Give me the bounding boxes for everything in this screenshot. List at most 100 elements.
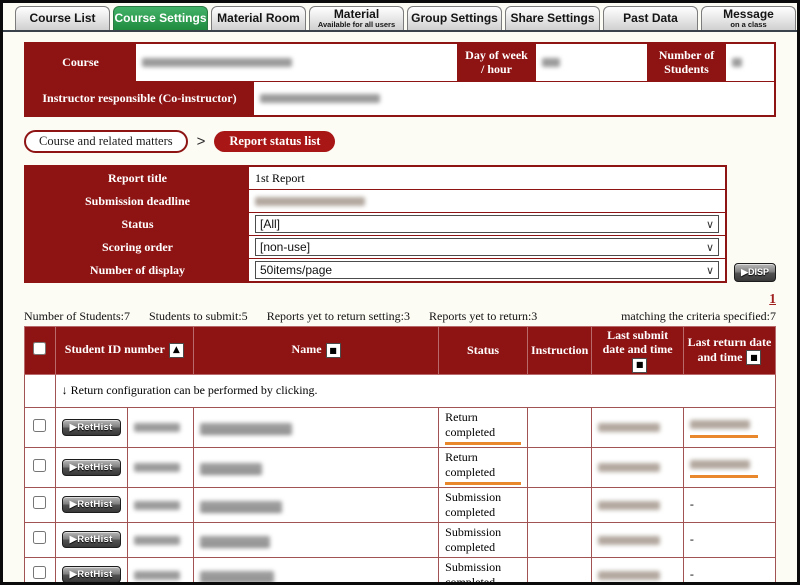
instruction-cell <box>527 487 591 522</box>
sort-ascending-icon[interactable]: ▲ <box>169 343 184 358</box>
student-name-link-redacted[interactable] <box>200 536 270 545</box>
tab-share-settings[interactable]: Share Settings <box>505 6 600 30</box>
tab-course-list[interactable]: Course List <box>15 6 110 30</box>
rethist-button[interactable]: ▶RetHist <box>62 419 121 436</box>
course-value <box>136 44 458 81</box>
last-return-date-cell <box>683 407 775 447</box>
tab-material[interactable]: MaterialAvailable for all users <box>309 6 404 30</box>
scoring-order-select[interactable]: [non-use] ∨ <box>255 238 719 256</box>
tab-bar: Course List Course Settings Material Room M… <box>3 3 797 32</box>
column-header-name: Name ■ <box>193 327 438 375</box>
student-name-link-redacted[interactable] <box>200 501 282 510</box>
column-header-label: Student ID number <box>65 342 165 356</box>
tab-label: Course Settings <box>115 12 207 25</box>
column-header-status: Status <box>439 327 528 375</box>
rethist-button[interactable]: ▶RetHist <box>62 531 121 548</box>
report-title-label: Report title <box>26 167 249 189</box>
rethist-button[interactable]: ▶RetHist <box>62 496 121 513</box>
column-header-student-id-number: Student ID number ▲ <box>55 327 193 375</box>
row-checkbox[interactable] <box>33 566 46 579</box>
pagination-top: 1 <box>24 290 776 308</box>
filter-table: Report title 1st Report Submission deadl… <box>24 165 727 283</box>
rethist-button[interactable]: ▶RetHist <box>62 566 121 583</box>
status-select[interactable]: [All] ∨ <box>255 215 719 233</box>
student-id-redacted <box>134 501 180 510</box>
last-submit-date-redacted <box>598 536 660 545</box>
status-select-value: [All] <box>260 217 280 231</box>
column-header-last-return-date-and-time: Last return date and time■ <box>683 327 775 375</box>
instruction-cell <box>527 557 591 585</box>
submission-deadline-label: Submission deadline <box>26 190 249 212</box>
tab-message[interactable]: Messageon a class <box>701 6 796 30</box>
student-name-link-redacted[interactable] <box>200 423 292 432</box>
status-text: Submission completed <box>445 525 501 554</box>
tab-group-settings[interactable]: Group Settings <box>407 6 502 30</box>
tab-label: Past Data <box>623 12 678 25</box>
last-return-date-cell: - <box>683 522 775 557</box>
row-checkbox[interactable] <box>33 496 46 509</box>
row-checkbox[interactable] <box>33 459 46 472</box>
last-submit-date-redacted <box>598 501 660 510</box>
page-content: Course Day of week / hour Number of Stud… <box>3 32 797 585</box>
last-return-date-cell <box>683 447 775 487</box>
table-row: ▶RetHist Return completed <box>25 407 776 447</box>
select-all-checkbox[interactable] <box>33 342 46 355</box>
last-return-date-redacted <box>690 460 750 469</box>
submission-deadline-value <box>249 190 725 212</box>
page-1-link[interactable]: 1 <box>769 291 776 306</box>
sort-toggle-icon[interactable]: ■ <box>746 350 761 365</box>
report-status-table: Student ID number ▲ Name ■ StatusInstruction… <box>24 326 776 585</box>
row-checkbox[interactable] <box>33 531 46 544</box>
scoring-order-label: Scoring order <box>26 236 249 258</box>
student-id-redacted <box>134 463 180 472</box>
stat-item: Number of Students:7 <box>24 309 130 324</box>
column-header-last-submit-date-and-time: Last submit date and time ■ <box>592 327 684 375</box>
tab-past-data[interactable]: Past Data <box>603 6 698 30</box>
tab-label: Group Settings <box>411 12 498 25</box>
disp-button[interactable]: ▶DISP <box>734 263 776 282</box>
day-of-week-value <box>536 44 648 81</box>
tab-sublabel: on a class <box>730 21 766 29</box>
tab-course-settings[interactable]: Course Settings <box>113 6 208 30</box>
sort-toggle-icon[interactable]: ■ <box>326 343 341 358</box>
return-config-note: ↓ Return configuration can be performed … <box>55 374 775 407</box>
table-row: ▶RetHistSubmission completed- <box>25 557 776 585</box>
breadcrumb-course-matters-button[interactable]: Course and related matters <box>24 130 188 153</box>
last-return-date-cell: - <box>683 487 775 522</box>
instruction-cell <box>527 522 591 557</box>
tab-label: Course List <box>29 12 95 25</box>
status-text: Return completed <box>445 410 521 445</box>
stats-line: Number of Students:7 Students to submit:5… <box>24 309 776 324</box>
column-header-label: Name <box>292 342 322 356</box>
last-return-date-redacted <box>690 420 750 429</box>
number-of-students-label: Number of Students <box>648 44 726 81</box>
tab-material-room[interactable]: Material Room <box>211 6 306 30</box>
tab-label: Material <box>334 8 379 21</box>
student-id-redacted <box>134 571 180 580</box>
student-name-link-redacted[interactable] <box>200 571 274 580</box>
table-row: ▶RetHist Submission completed - <box>25 522 776 557</box>
column-header-instruction: Instruction <box>527 327 591 375</box>
note-row-checkbox-cell <box>25 374 56 407</box>
stat-item: Reports yet to return setting:3 <box>267 309 410 324</box>
breadcrumb: Course and related matters > Report stat… <box>24 130 776 153</box>
stat-item: Students to submit:5 <box>149 309 248 324</box>
status-text: Submission completed <box>445 490 501 519</box>
student-name-link-redacted[interactable] <box>200 463 262 472</box>
row-checkbox[interactable] <box>33 419 46 432</box>
rethist-button[interactable]: ▶RetHist <box>62 459 121 476</box>
column-header-label: Last submit date and time <box>603 328 673 356</box>
course-info-table: Course Day of week / hour Number of Stud… <box>24 42 776 117</box>
number-of-display-select[interactable]: 50items/page ∨ <box>255 261 719 279</box>
chevron-down-icon: ∨ <box>706 262 714 279</box>
last-submit-date-redacted <box>598 571 660 580</box>
sort-toggle-icon[interactable]: ■ <box>632 358 647 373</box>
chevron-down-icon: ∨ <box>706 216 714 233</box>
breadcrumb-separator: > <box>197 133 206 150</box>
tab-label: Material Room <box>217 12 300 25</box>
filter-block: Report title 1st Report Submission deadl… <box>24 165 776 283</box>
student-id-redacted <box>134 423 180 432</box>
last-return-date-cell: - <box>683 557 775 585</box>
last-submit-date-redacted <box>598 463 660 472</box>
column-header-label: Instruction <box>531 343 588 357</box>
